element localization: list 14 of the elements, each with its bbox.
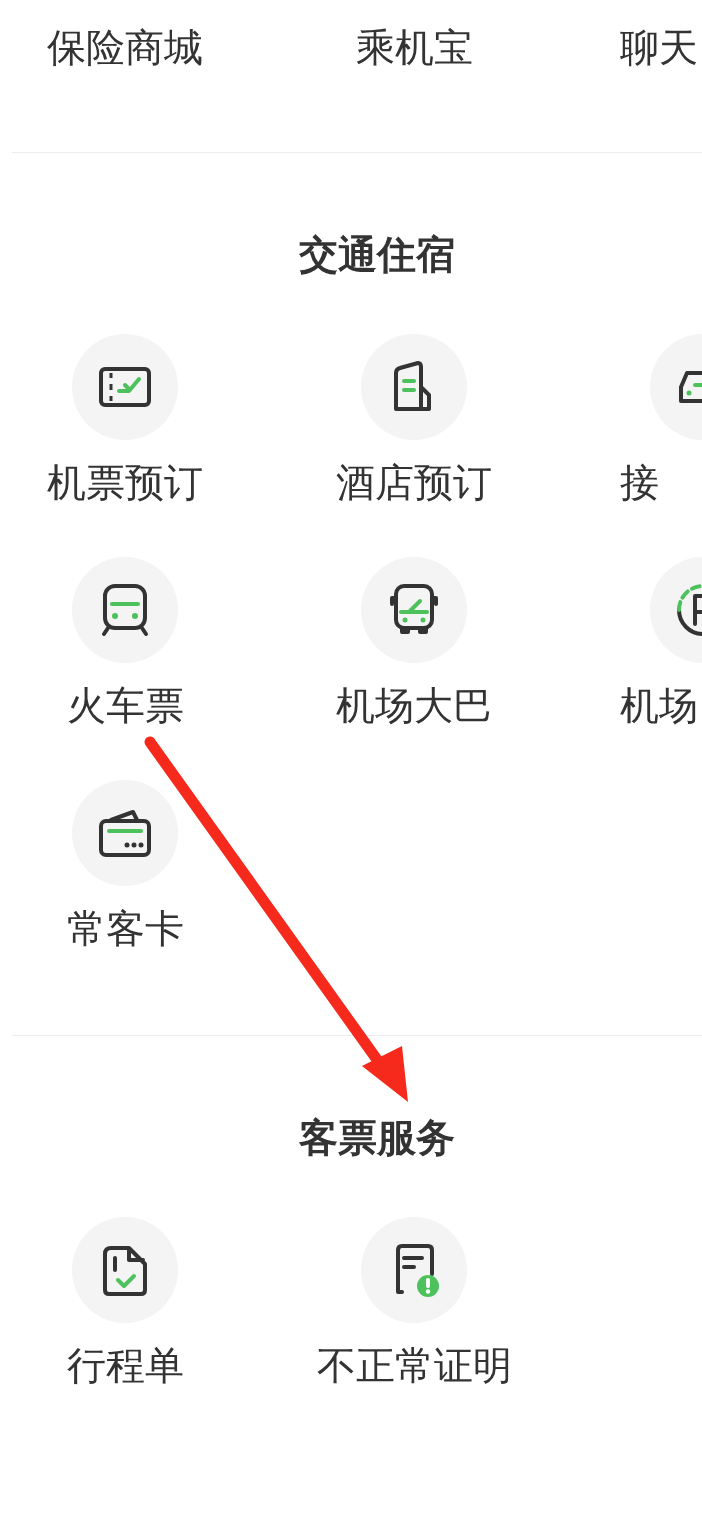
section-title: 客票服务	[298, 1114, 455, 1162]
service-label[interactable]: 不正常证明	[316, 1341, 512, 1391]
service-label[interactable]: 火车票	[66, 681, 184, 731]
service-label[interactable]: 机票预订	[47, 458, 203, 508]
service-label[interactable]: 机场	[620, 681, 698, 731]
service-label[interactable]: 行程单	[66, 1341, 184, 1391]
section-title: 交通住宿	[298, 231, 455, 279]
menu-label[interactable]: 乘机宝	[355, 23, 473, 73]
menu-label[interactable]: 聊天	[620, 23, 698, 73]
service-label[interactable]: 酒店预订	[336, 458, 492, 508]
menu-label[interactable]: 保险商城	[47, 23, 203, 73]
service-label[interactable]: 常客卡	[66, 904, 184, 954]
service-label[interactable]: 接	[620, 458, 659, 508]
service-label[interactable]: 机场大巴	[336, 681, 492, 731]
